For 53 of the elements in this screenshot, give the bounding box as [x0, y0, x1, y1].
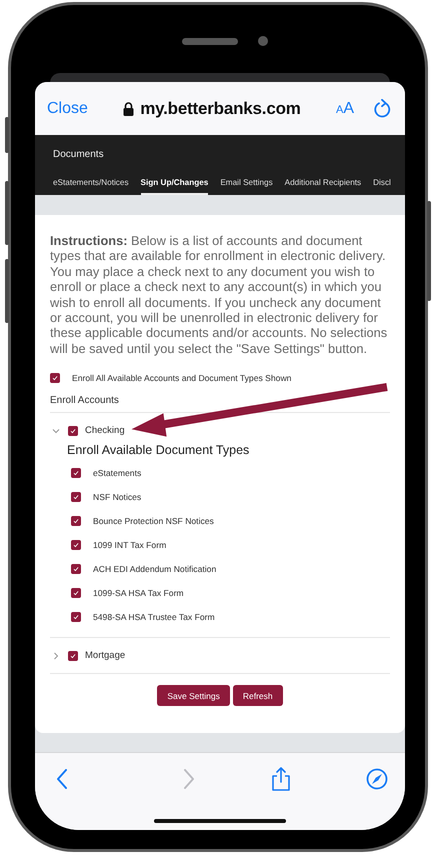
url-text: my.betterbanks.com: [140, 98, 301, 118]
close-button[interactable]: Close: [47, 100, 88, 118]
checkbox[interactable]: [68, 650, 78, 661]
checkmark-icon: [72, 493, 80, 502]
checkmark-icon: [72, 589, 80, 598]
text-size-button[interactable]: AA: [336, 100, 354, 118]
checkbox-label: 5498-SA HSA Trustee Tax Form: [93, 612, 215, 622]
checkmark-icon: [51, 374, 59, 382]
lock-icon: [123, 102, 134, 116]
nav-tab[interactable]: Email Settings: [220, 178, 273, 195]
checkmark-icon: [72, 541, 80, 550]
checkmark-icon: [72, 469, 80, 478]
checkmark-icon: [72, 613, 80, 622]
subsection-heading: Enroll Available Document Types: [67, 443, 250, 458]
checkbox[interactable]: [71, 492, 81, 502]
checkbox-label: Enroll All Available Accounts and Document Types Shown: [72, 373, 292, 384]
chevron-right-icon[interactable]: [52, 652, 60, 660]
nav-tab[interactable]: Additional Recipients: [284, 178, 362, 195]
back-icon[interactable]: [56, 769, 68, 789]
checkbox-label: 1099-SA HSA Tax Form: [93, 588, 184, 598]
checkbox-label: eStatements: [93, 468, 142, 478]
refresh-button[interactable]: Refresh: [232, 685, 283, 706]
checkbox[interactable]: [71, 468, 81, 478]
account-label: Mortgage: [85, 650, 126, 662]
checkbox-label: 1099 INT Tax Form: [93, 540, 166, 550]
checkbox[interactable]: [50, 373, 60, 384]
checkbox[interactable]: [71, 612, 81, 622]
checkmark-icon: [72, 517, 80, 526]
nav-tab[interactable]: Sign Up/Changes: [140, 178, 208, 195]
checkbox[interactable]: [71, 516, 81, 526]
checkbox[interactable]: [71, 564, 81, 574]
checkmark-icon: [69, 426, 77, 435]
share-icon[interactable]: [270, 767, 291, 791]
account-label: Checking: [85, 425, 125, 436]
instructions-text: Instructions: Below is a list of accounts and document types that are available for enrollment in electronic delivery. You may place a check next to any document you wish to enroll or place a check next to any account(s) in which you wish to enroll all documents. If you uncheck any document or account, you will be unenrolled in electronic delivery for these applicable documents and/or accounts. No selections will be saved until you select the "Save Settings" button.: [50, 233, 388, 356]
reload-icon[interactable]: [374, 99, 391, 118]
section-heading: Enroll Accounts: [50, 395, 390, 414]
checkbox-label: ACH EDI Addendum Notification: [93, 564, 216, 574]
checkbox-label: Bounce Protection NSF Notices: [93, 516, 214, 526]
camera-icon: [258, 36, 268, 46]
nav-tab[interactable]: eStatements/Notices: [53, 178, 129, 195]
speaker-icon: [182, 38, 238, 45]
compass-icon[interactable]: [366, 768, 388, 790]
save-button[interactable]: Save Settings: [157, 685, 230, 706]
checkbox[interactable]: [71, 540, 81, 550]
nav-tab[interactable]: Discl: [373, 178, 391, 195]
chevron-down-icon[interactable]: [52, 426, 60, 435]
checkbox-label: NSF Notices: [93, 492, 142, 502]
checkmark-icon: [72, 565, 80, 574]
checkbox[interactable]: [71, 588, 81, 598]
checkbox[interactable]: [68, 426, 78, 436]
checkmark-icon: [69, 652, 77, 660]
section-title: Documents: [53, 149, 105, 160]
